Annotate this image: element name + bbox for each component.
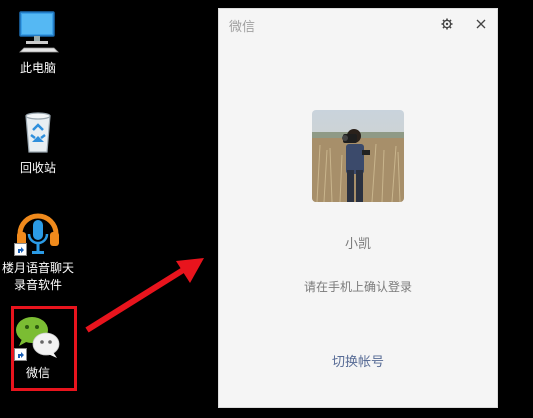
- close-button[interactable]: [470, 13, 492, 35]
- desktop-icon-voice-recorder[interactable]: 楼月语音聊天录音软件: [0, 208, 76, 294]
- settings-button[interactable]: [436, 13, 458, 35]
- pointer-arrow: [85, 258, 204, 333]
- login-hint: 请在手机上确认登录: [303, 280, 412, 294]
- window-title: 微信: [229, 20, 256, 35]
- desktop: 此电脑 回收站 楼月语音聊天录音软件 微信 微信 小凯 请在手机上确认登录 切换…: [0, 0, 533, 418]
- gear-icon: [441, 18, 453, 30]
- desktop-icon-recycle-bin[interactable]: 回收站: [0, 108, 76, 177]
- recycle-bin-icon: [14, 108, 62, 156]
- switch-account-link[interactable]: 切换帐号: [219, 351, 497, 370]
- desktop-icon-label: 楼月语音聊天录音软件: [1, 261, 74, 292]
- monitor-icon: [14, 8, 62, 56]
- avatar: [312, 110, 404, 202]
- username: 小凯: [344, 237, 371, 252]
- desktop-icon-label: 回收站: [19, 161, 56, 175]
- close-icon: [476, 19, 486, 29]
- desktop-icon-this-pc[interactable]: 此电脑: [0, 8, 76, 77]
- highlight-box: [11, 306, 77, 391]
- shortcut-arrow-icon: [14, 243, 27, 256]
- headphones-mic-icon: [14, 208, 62, 256]
- wechat-login-window: 微信 小凯 请在手机上确认登录 切换帐号: [218, 8, 498, 408]
- desktop-icon-label: 此电脑: [19, 61, 56, 75]
